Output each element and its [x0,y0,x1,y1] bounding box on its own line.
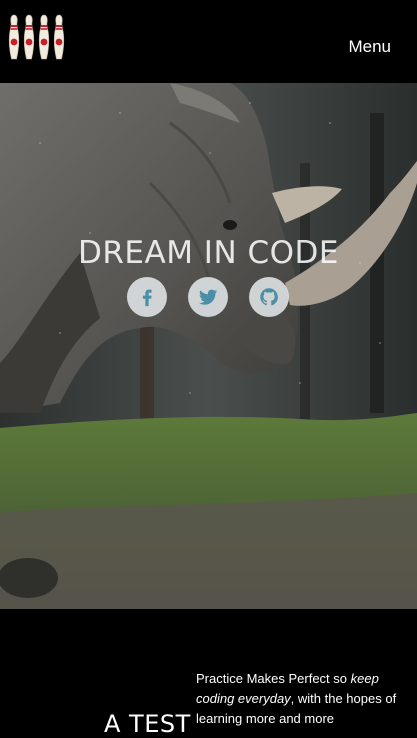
hero-section: DREAM IN CODE [0,83,417,609]
github-icon [260,288,278,306]
twitter-icon [198,289,218,305]
section-title: A TEST [104,710,191,738]
rhino-background-image [0,83,417,609]
facebook-icon [142,289,152,307]
bowling-pins-logo[interactable] [7,13,69,63]
facebook-button[interactable] [127,277,167,317]
text-part1: Practice Makes Perfect so [196,671,351,686]
hero-title: DREAM IN CODE [78,235,339,271]
intro-section: A TEST Practice Makes Perfect so keep co… [0,609,417,738]
navbar: Menu [0,0,417,83]
twitter-button[interactable] [188,277,228,317]
section-text: Practice Makes Perfect so keep coding ev… [196,669,401,729]
github-button[interactable] [249,277,289,317]
menu-button[interactable]: Menu [348,37,391,57]
